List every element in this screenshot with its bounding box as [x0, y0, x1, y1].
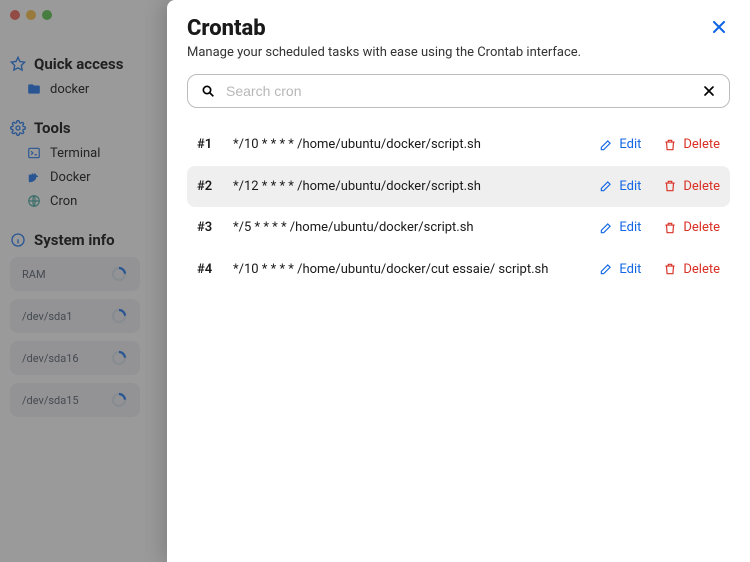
- cron-row-index: #4: [197, 262, 219, 277]
- trash-icon: [663, 179, 677, 193]
- clear-icon[interactable]: [701, 83, 717, 99]
- pencil-icon: [599, 262, 613, 276]
- search-icon: [200, 83, 216, 99]
- edit-label: Edit: [619, 137, 641, 152]
- close-icon: [709, 17, 729, 37]
- cron-row-command: */12 * * * * /home/ubuntu/docker/script.…: [233, 178, 585, 196]
- trash-icon: [663, 262, 677, 276]
- delete-button[interactable]: Delete: [663, 179, 720, 194]
- delete-label: Delete: [683, 179, 720, 194]
- app-root: Quick access docker Tools: [0, 0, 750, 562]
- panel-title: Crontab: [187, 16, 581, 41]
- cron-row-command: */5 * * * * /home/ubuntu/docker/script.s…: [233, 219, 585, 237]
- search-bar[interactable]: [187, 74, 730, 108]
- edit-button[interactable]: Edit: [599, 220, 641, 235]
- pencil-icon: [599, 221, 613, 235]
- delete-label: Delete: [683, 137, 720, 152]
- search-input[interactable]: [226, 83, 691, 99]
- cron-row[interactable]: #1 */10 * * * * /home/ubuntu/docker/scrip…: [187, 124, 730, 166]
- delete-label: Delete: [683, 262, 720, 277]
- delete-button[interactable]: Delete: [663, 220, 720, 235]
- delete-button[interactable]: Delete: [663, 137, 720, 152]
- edit-label: Edit: [619, 179, 641, 194]
- cron-row-index: #1: [197, 137, 219, 152]
- panel-close-button[interactable]: [708, 16, 730, 38]
- delete-button[interactable]: Delete: [663, 262, 720, 277]
- edit-label: Edit: [619, 262, 641, 277]
- crontab-panel: Crontab Manage your scheduled tasks with…: [167, 0, 750, 562]
- cron-rows: #1 */10 * * * * /home/ubuntu/docker/scrip…: [187, 124, 730, 290]
- pencil-icon: [599, 179, 613, 193]
- cron-row-command: */10 * * * * /home/ubuntu/docker/cut ess…: [233, 261, 585, 279]
- edit-button[interactable]: Edit: [599, 137, 641, 152]
- edit-button[interactable]: Edit: [599, 179, 641, 194]
- cron-row-index: #3: [197, 220, 219, 235]
- edit-label: Edit: [619, 220, 641, 235]
- cron-row[interactable]: #4 */10 * * * * /home/ubuntu/docker/cut e…: [187, 249, 730, 291]
- cron-row-index: #2: [197, 179, 219, 194]
- cron-row[interactable]: #3 */5 * * * * /home/ubuntu/docker/script…: [187, 207, 730, 249]
- trash-icon: [663, 138, 677, 152]
- cron-row[interactable]: #2 */12 * * * * /home/ubuntu/docker/scrip…: [187, 166, 730, 208]
- cron-row-command: */10 * * * * /home/ubuntu/docker/script.…: [233, 136, 585, 154]
- delete-label: Delete: [683, 220, 720, 235]
- edit-button[interactable]: Edit: [599, 262, 641, 277]
- trash-icon: [663, 221, 677, 235]
- pencil-icon: [599, 138, 613, 152]
- panel-subtitle: Manage your scheduled tasks with ease us…: [187, 45, 581, 60]
